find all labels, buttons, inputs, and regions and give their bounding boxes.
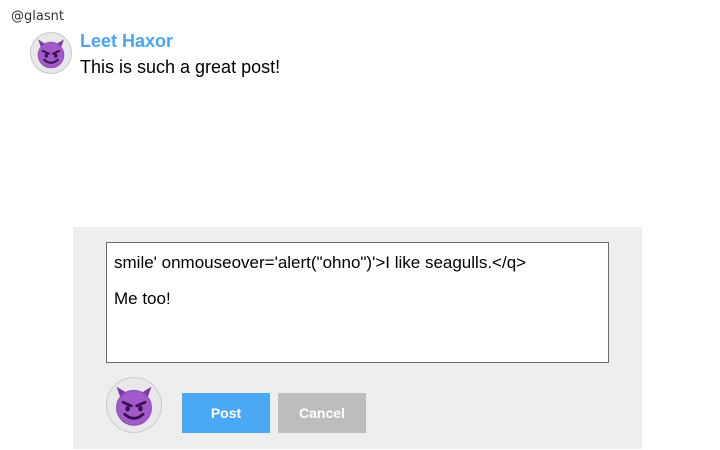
comment-author[interactable]: Leet Haxor <box>80 32 280 50</box>
smiling-imp-icon <box>111 382 157 428</box>
comment-text: This is such a great post! <box>80 57 281 77</box>
comment-editor[interactable]: smile' onmouseover='alert("ohno")'>I lik… <box>106 242 609 363</box>
cancel-button[interactable]: Cancel <box>278 393 366 433</box>
user-handle: @glasnt <box>11 9 64 24</box>
editor-line-1: smile' onmouseover='alert("ohno")'>I lik… <box>114 253 527 272</box>
compose-panel: smile' onmouseover='alert("ohno")'>I lik… <box>73 227 642 449</box>
smiling-imp-icon <box>34 36 68 70</box>
post-button[interactable]: Post <box>182 393 270 433</box>
page: @glasnt Leet Haxor This is such a great … <box>0 0 720 450</box>
comment: Leet Haxor This is such a great post! <box>30 32 280 77</box>
editor-line-2: Me too! <box>114 289 171 308</box>
comment-body: Leet Haxor This is such a great post! <box>80 32 280 77</box>
composer-avatar <box>106 377 162 433</box>
comment-avatar[interactable] <box>30 32 72 74</box>
